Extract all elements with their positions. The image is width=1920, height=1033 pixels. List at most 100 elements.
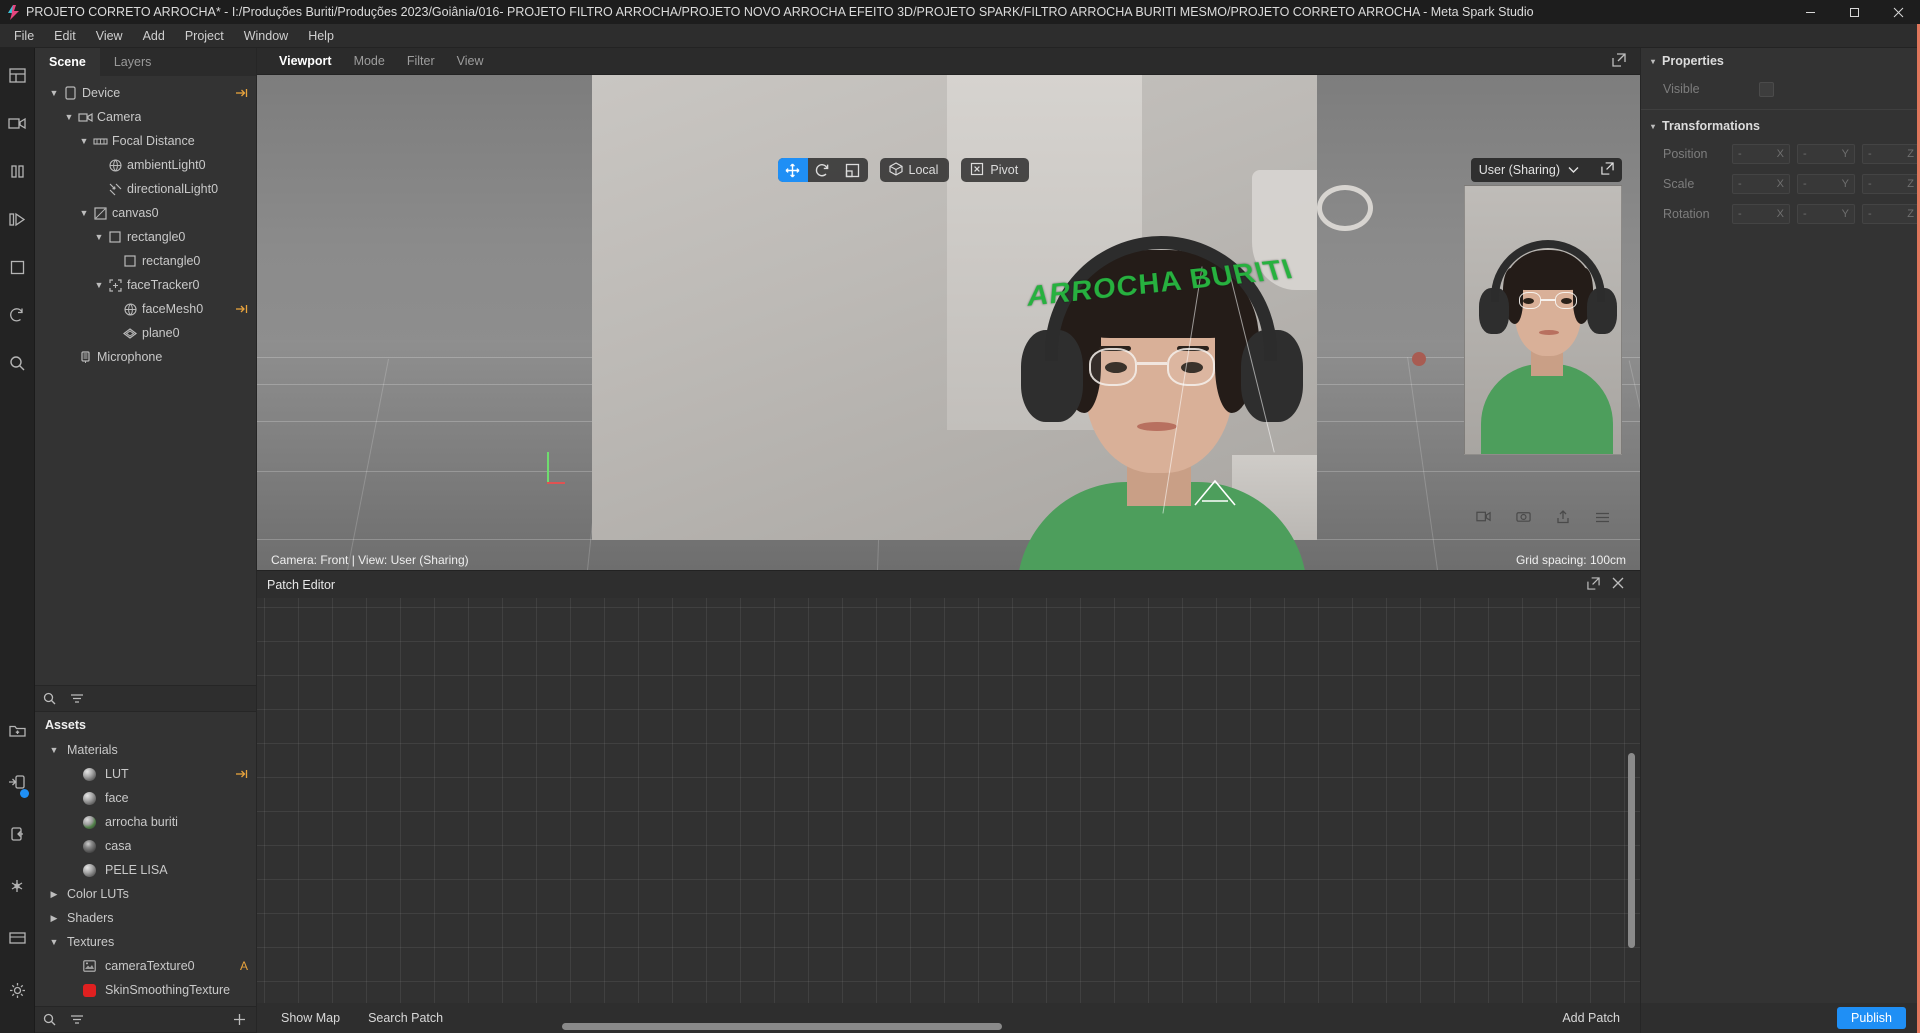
caret-down-icon[interactable]: ▼ bbox=[92, 232, 106, 242]
scene-tree-row[interactable]: plane0 bbox=[35, 321, 256, 345]
popout-icon[interactable] bbox=[1601, 162, 1614, 178]
popout-icon[interactable] bbox=[1587, 577, 1600, 593]
asset-group-shaders[interactable]: ▶ Shaders bbox=[35, 906, 256, 930]
search-patch-button[interactable]: Search Patch bbox=[368, 1011, 443, 1025]
menu-file[interactable]: File bbox=[4, 26, 44, 46]
asset-group-materials[interactable]: ▼ Materials bbox=[35, 738, 256, 762]
menu-view[interactable]: View bbox=[86, 26, 133, 46]
viewport-tab-viewport[interactable]: Viewport bbox=[279, 54, 332, 68]
local-space-button[interactable]: Local bbox=[880, 158, 950, 182]
asset-group-textures[interactable]: ▼ Textures bbox=[35, 930, 256, 954]
pause-icon[interactable] bbox=[2, 154, 32, 188]
menu-add[interactable]: Add bbox=[133, 26, 175, 46]
minimize-button[interactable] bbox=[1788, 0, 1832, 24]
viewport-tab-view[interactable]: View bbox=[457, 54, 484, 68]
transformations-section-header[interactable]: ▾ Transformations bbox=[1641, 113, 1920, 139]
scene-tree-row[interactable]: ▼ Camera bbox=[35, 105, 256, 129]
screenshot-icon[interactable] bbox=[1516, 510, 1531, 526]
camera-icon[interactable] bbox=[2, 106, 32, 140]
filter-icon[interactable] bbox=[70, 1014, 84, 1025]
chevron-down-icon[interactable] bbox=[1568, 163, 1579, 177]
recording-loop-icon[interactable] bbox=[2, 298, 32, 332]
tab-scene[interactable]: Scene bbox=[35, 48, 100, 76]
share-icon[interactable] bbox=[1556, 509, 1570, 527]
pivot-button[interactable]: Pivot bbox=[961, 158, 1029, 182]
rotation-y-input[interactable]: -Y bbox=[1797, 204, 1855, 224]
patch-scrollbar-vertical[interactable] bbox=[1628, 753, 1635, 948]
scene-tree-row[interactable]: ▼ Focal Distance bbox=[35, 129, 256, 153]
asset-item[interactable]: face bbox=[35, 786, 256, 810]
menu-help[interactable]: Help bbox=[298, 26, 344, 46]
animated-badge[interactable]: A bbox=[240, 959, 248, 973]
asset-item[interactable]: SkinSmoothingTexture bbox=[35, 978, 256, 1002]
show-map-button[interactable]: Show Map bbox=[281, 1011, 340, 1025]
patch-canvas[interactable]: ▾ lut_base → → → ▾ cameraTexture0 → bbox=[257, 598, 1640, 1003]
scale-y-input[interactable]: -Y bbox=[1797, 174, 1855, 194]
filter-icon[interactable] bbox=[70, 693, 84, 704]
scene-tree-row[interactable]: ▼ rectangle0 bbox=[35, 225, 256, 249]
add-patch-button[interactable]: Add Patch bbox=[1562, 1011, 1620, 1025]
asset-item[interactable]: LUT bbox=[35, 762, 256, 786]
maximize-button[interactable] bbox=[1832, 0, 1876, 24]
import-icon[interactable] bbox=[2, 765, 32, 799]
menu-window[interactable]: Window bbox=[234, 26, 298, 46]
caret-right-icon[interactable]: ▶ bbox=[47, 913, 61, 924]
scale-z-input[interactable]: -Z bbox=[1862, 174, 1920, 194]
visible-checkbox[interactable] bbox=[1759, 81, 1774, 97]
scale-x-input[interactable]: -X bbox=[1732, 174, 1790, 194]
scene-tree-row[interactable]: directionalLight0 bbox=[35, 177, 256, 201]
asset-item[interactable]: casa bbox=[35, 834, 256, 858]
properties-section-header[interactable]: ▾ Properties bbox=[1641, 48, 1920, 74]
scene-tree-row[interactable]: ▼ faceTracker0 bbox=[35, 273, 256, 297]
viewport-tab-filter[interactable]: Filter bbox=[407, 54, 435, 68]
caret-down-icon[interactable]: ▼ bbox=[77, 208, 91, 218]
position-z-input[interactable]: -Z bbox=[1862, 144, 1920, 164]
close-icon[interactable] bbox=[1612, 577, 1624, 592]
caret-down-icon[interactable]: ▼ bbox=[92, 280, 106, 290]
caret-down-icon[interactable]: ▼ bbox=[47, 745, 61, 755]
device-preview[interactable] bbox=[1464, 185, 1622, 455]
camera-view-selector[interactable]: User (Sharing) bbox=[1470, 158, 1622, 182]
caret-down-icon[interactable]: ▼ bbox=[47, 88, 61, 98]
scene-tree-row[interactable]: ambientLight0 bbox=[35, 153, 256, 177]
search-icon[interactable] bbox=[43, 1013, 56, 1026]
move-tool-icon[interactable] bbox=[777, 158, 808, 182]
caret-right-icon[interactable]: ▶ bbox=[47, 889, 61, 900]
menu-icon[interactable] bbox=[1595, 511, 1610, 526]
export-icon[interactable] bbox=[2, 817, 32, 851]
tab-layers[interactable]: Layers bbox=[100, 48, 166, 76]
viewport-3d[interactable]: ARROCHA BURITI Local Pivot User (Sharing… bbox=[257, 75, 1640, 570]
scene-tree-row[interactable]: rectangle0 bbox=[35, 249, 256, 273]
asset-item[interactable]: arrocha buriti bbox=[35, 810, 256, 834]
visibility-icon[interactable] bbox=[235, 769, 248, 779]
rotation-z-input[interactable]: -Z bbox=[1862, 204, 1920, 224]
search-icon[interactable] bbox=[2, 346, 32, 380]
asset-item[interactable]: cameraTexture0 A bbox=[35, 954, 256, 978]
patch-link-icon[interactable] bbox=[235, 304, 248, 314]
rotation-x-input[interactable]: -X bbox=[1732, 204, 1790, 224]
popout-icon[interactable] bbox=[1612, 53, 1626, 70]
layout-icon[interactable] bbox=[2, 58, 32, 92]
patch-scrollbar-horizontal[interactable] bbox=[562, 1023, 1002, 1030]
caret-down-icon[interactable]: ▼ bbox=[62, 112, 76, 122]
menu-edit[interactable]: Edit bbox=[44, 26, 86, 46]
caret-down-icon[interactable]: ▼ bbox=[47, 937, 61, 947]
scale-tool-icon[interactable] bbox=[838, 158, 868, 182]
caret-down-icon[interactable]: ▼ bbox=[77, 136, 91, 146]
monitor-icon[interactable] bbox=[2, 921, 32, 955]
plus-icon[interactable] bbox=[233, 1013, 246, 1026]
scene-tree-row[interactable]: faceMesh0 bbox=[35, 297, 256, 321]
record-video-icon[interactable] bbox=[1476, 510, 1492, 526]
asset-group-color-luts[interactable]: ▶ Color LUTs bbox=[35, 882, 256, 906]
search-icon[interactable] bbox=[43, 692, 56, 705]
new-folder-icon[interactable] bbox=[2, 713, 32, 747]
settings-icon[interactable] bbox=[2, 973, 32, 1007]
rotate-tool-icon[interactable] bbox=[808, 158, 838, 182]
scene-tree-row[interactable]: ▼ Device bbox=[35, 81, 256, 105]
viewport-tab-mode[interactable]: Mode bbox=[354, 54, 385, 68]
position-y-input[interactable]: -Y bbox=[1797, 144, 1855, 164]
menu-project[interactable]: Project bbox=[175, 26, 234, 46]
publish-button[interactable]: Publish bbox=[1837, 1007, 1906, 1029]
visibility-icon[interactable] bbox=[235, 88, 248, 98]
scene-tree-row[interactable]: Microphone bbox=[35, 345, 256, 369]
